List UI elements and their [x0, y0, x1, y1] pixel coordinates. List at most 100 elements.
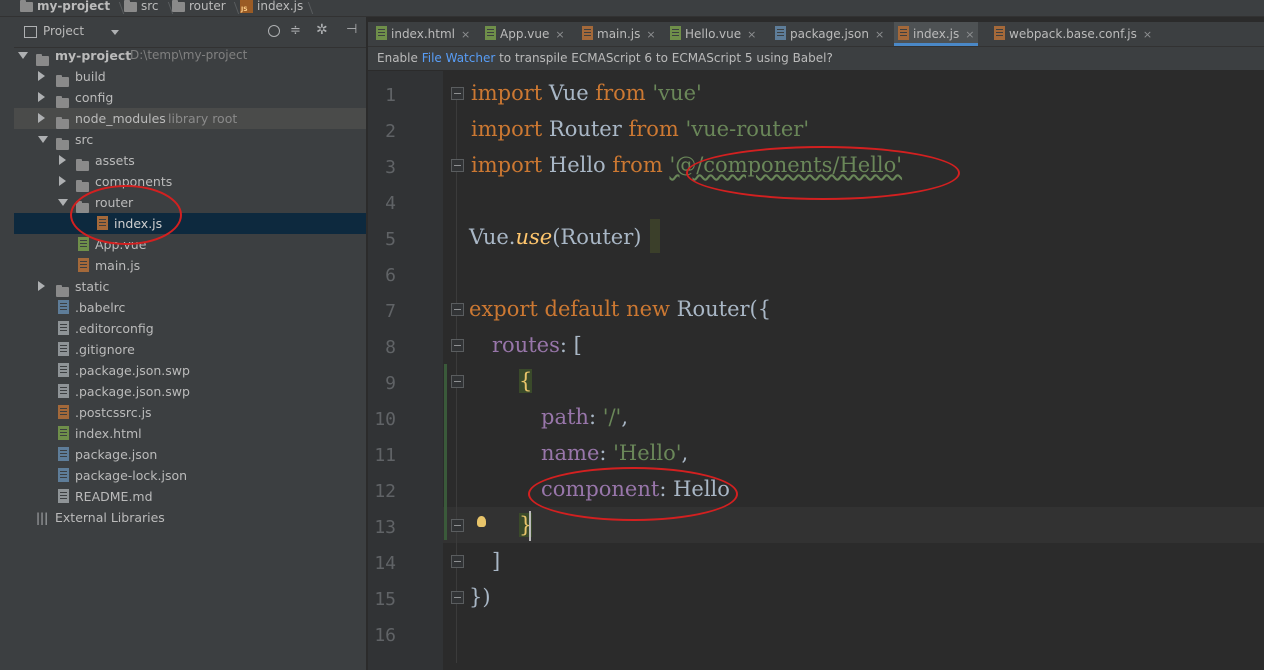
library-icon: |||	[36, 511, 49, 525]
tree-item-index-js[interactable]: index.js	[14, 213, 366, 234]
breadcrumb-project[interactable]: my-project	[20, 0, 110, 15]
tree-item-main-js[interactable]: main.js	[14, 255, 366, 276]
tab-package-json[interactable]: package.json ×	[775, 22, 884, 46]
text-file-icon	[58, 321, 69, 335]
code-line-9: {	[519, 369, 533, 393]
expand-arrow-icon	[18, 52, 28, 59]
close-icon[interactable]: ×	[461, 28, 470, 41]
tree-item-gitignore[interactable]: .gitignore	[14, 339, 366, 360]
folder-icon	[36, 49, 51, 66]
line-number: 11	[374, 445, 396, 466]
code-line-14: ]	[492, 549, 501, 573]
close-icon[interactable]: ×	[747, 28, 756, 41]
tree-item-router[interactable]: router	[14, 192, 366, 213]
close-icon[interactable]: ×	[646, 28, 655, 41]
line-number: 9	[385, 373, 396, 394]
code-line-11: name: 'Hello',	[541, 441, 689, 465]
js-file-icon	[58, 405, 69, 419]
dropdown-arrow-icon[interactable]	[111, 30, 119, 35]
unknown-file-icon	[58, 384, 69, 398]
tab-webpack-base-conf[interactable]: webpack.base.conf.js ×	[994, 22, 1152, 46]
breadcrumb-separator	[302, 0, 310, 16]
tree-item-babelrc[interactable]: .babelrc	[14, 297, 366, 318]
fold-marker-icon[interactable]	[451, 519, 464, 532]
tree-item-package-json-swp[interactable]: .package.json.swp	[14, 360, 366, 381]
code-line-10: path: '/',	[541, 405, 629, 429]
json-file-icon	[58, 300, 69, 314]
tree-item-app-vue[interactable]: App.vue	[14, 234, 366, 255]
fold-marker-icon[interactable]	[451, 591, 464, 604]
line-number: 1	[385, 85, 396, 106]
breadcrumb-src[interactable]: src	[124, 0, 159, 15]
folder-icon	[56, 91, 71, 108]
tab-hello-vue[interactable]: Hello.vue ×	[670, 22, 756, 46]
expand-arrow-icon	[58, 199, 68, 206]
fold-marker-icon[interactable]	[451, 339, 464, 352]
tree-item-src[interactable]: src	[14, 129, 366, 150]
tree-item-index-html[interactable]: index.html	[14, 423, 366, 444]
js-file-icon	[898, 26, 909, 40]
collapse-arrow-icon	[59, 155, 66, 165]
fold-marker-icon[interactable]	[451, 555, 464, 568]
close-icon[interactable]: ×	[965, 28, 974, 41]
project-panel-header: Project ≑ ✲ ⊣	[14, 17, 366, 48]
fold-marker-icon[interactable]	[451, 375, 464, 388]
target-icon[interactable]	[268, 25, 280, 37]
breadcrumb-file[interactable]: index.js	[240, 0, 303, 15]
tool-window-strip	[0, 17, 15, 670]
breadcrumb-separator	[162, 0, 170, 16]
tab-app-vue[interactable]: App.vue ×	[485, 22, 565, 46]
code-line-7: export default new Router({	[469, 297, 772, 321]
close-icon[interactable]: ×	[875, 28, 884, 41]
lightbulb-icon[interactable]	[477, 516, 486, 527]
js-file-icon	[240, 0, 253, 14]
tab-index-js[interactable]: index.js ×	[894, 22, 979, 46]
line-number: 7	[385, 301, 396, 322]
line-number: 6	[385, 265, 396, 286]
editor-tabs: index.html × App.vue × main.js × Hello.vue ×…	[368, 22, 1264, 47]
breadcrumb-separator	[228, 0, 236, 16]
line-number: 14	[374, 553, 396, 574]
hide-panel-icon[interactable]: ⊣	[346, 23, 357, 37]
line-number: 13	[374, 517, 396, 538]
fold-marker-icon[interactable]	[451, 87, 464, 100]
code-line-1: import Vue from 'vue'	[471, 81, 702, 105]
gear-icon[interactable]: ✲	[316, 23, 328, 37]
line-number: 15	[374, 589, 396, 610]
tree-item-package-json-swp[interactable]: .package.json.swp	[14, 381, 366, 402]
annotation-circle-component	[528, 467, 738, 521]
tree-item-editorconfig[interactable]: .editorconfig	[14, 318, 366, 339]
project-view-selector[interactable]: Project	[43, 24, 84, 38]
collapse-icon[interactable]: ≑	[290, 24, 301, 37]
unknown-file-icon	[58, 363, 69, 377]
folder-icon	[20, 0, 33, 12]
tree-item-static[interactable]: static	[14, 276, 366, 297]
tab-index-html[interactable]: index.html ×	[376, 22, 470, 46]
folder-icon	[76, 154, 91, 171]
folder-icon	[172, 0, 185, 12]
js-file-icon	[582, 26, 593, 40]
tree-item-assets[interactable]: assets	[14, 150, 366, 171]
close-icon[interactable]: ×	[1143, 28, 1152, 41]
tree-item-package-json[interactable]: package.json	[14, 444, 366, 465]
breadcrumb-router[interactable]: router	[172, 0, 226, 15]
file-watcher-link[interactable]: File Watcher	[422, 51, 496, 65]
close-icon[interactable]: ×	[555, 28, 564, 41]
tree-item-postcssrc[interactable]: .postcssrc.js	[14, 402, 366, 423]
tree-item-my-project[interactable]: my-project D:\temp\my-project	[14, 45, 366, 66]
breadcrumb-separator	[113, 0, 121, 16]
tree-item-readme[interactable]: README.md	[14, 486, 366, 507]
tree-item-build[interactable]: build	[14, 66, 366, 87]
tree-item-external-libraries[interactable]: ||| External Libraries	[14, 507, 366, 528]
fold-marker-icon[interactable]	[451, 303, 464, 316]
tree-item-config[interactable]: config	[14, 87, 366, 108]
tree-item-package-lock-json[interactable]: package-lock.json	[14, 465, 366, 486]
code-editor[interactable]: 1 2 3 4 5 6 7 8 9 10 11 12 13 14 15 16 i…	[368, 71, 1264, 670]
tree-item-node-modules[interactable]: node_modules library root	[14, 108, 366, 129]
fold-marker-icon[interactable]	[451, 159, 464, 172]
project-panel: Project ≑ ✲ ⊣ my-project D:\temp\my-proj…	[14, 17, 366, 670]
line-number: 8	[385, 337, 396, 358]
line-number: 12	[374, 481, 396, 502]
tab-main-js[interactable]: main.js ×	[582, 22, 656, 46]
tree-item-components[interactable]: components	[14, 171, 366, 192]
